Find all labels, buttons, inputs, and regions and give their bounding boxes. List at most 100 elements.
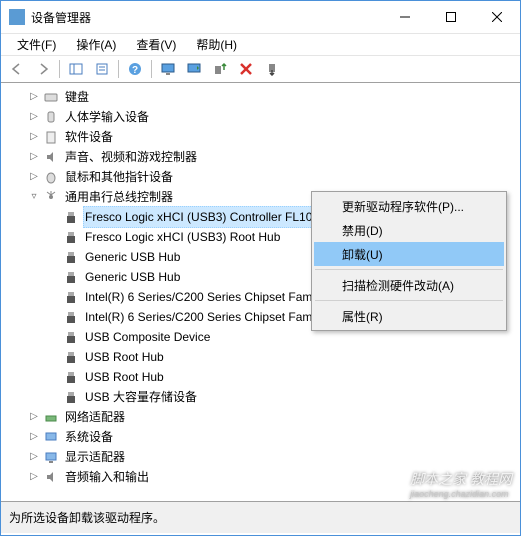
ctx-update-driver[interactable]: 更新驱动程序软件(P)...	[314, 194, 504, 218]
network-icon	[43, 409, 59, 425]
item-label: Generic USB Hub	[83, 247, 182, 267]
update-driver-button[interactable]	[182, 58, 206, 80]
usb-device-icon	[63, 389, 79, 405]
properties-icon	[95, 62, 109, 76]
node-label: 键盘	[63, 87, 91, 107]
tree-node-system[interactable]: ▷ 系统设备	[3, 427, 518, 447]
titlebar: 设备管理器	[1, 1, 520, 33]
monitor-up-icon	[187, 62, 201, 76]
expander-icon[interactable]: ▷	[27, 410, 41, 424]
ctx-uninstall[interactable]: 卸载(U)	[314, 242, 504, 266]
device-up-icon	[213, 62, 227, 76]
device-down-icon	[265, 62, 279, 76]
enable-button[interactable]	[208, 58, 232, 80]
audio-icon	[43, 469, 59, 485]
tree-item-usb-9[interactable]: USB 大容量存储设备	[3, 387, 518, 407]
menu-help[interactable]: 帮助(H)	[186, 34, 247, 55]
tree-item-usb-8[interactable]: USB Root Hub	[3, 367, 518, 387]
statusbar: 为所选设备卸载该驱动程序。	[1, 501, 520, 533]
node-label: 显示适配器	[63, 447, 127, 467]
node-label: 通用串行总线控制器	[63, 187, 175, 207]
expander-icon[interactable]: ▷	[27, 90, 41, 104]
help-button[interactable]: ?	[123, 58, 147, 80]
software-icon	[43, 129, 59, 145]
usb-device-icon	[63, 229, 79, 245]
ctx-properties[interactable]: 属性(R)	[314, 304, 504, 328]
node-label: 音频输入和输出	[63, 467, 151, 487]
usb-device-icon	[63, 289, 79, 305]
hid-icon	[43, 109, 59, 125]
usb-device-icon	[63, 329, 79, 345]
tree-node-hid[interactable]: ▷人体学输入设备	[3, 107, 518, 127]
node-label: 网络适配器	[63, 407, 127, 427]
help-icon: ?	[128, 62, 142, 76]
speaker-icon	[43, 149, 59, 165]
usb-device-icon	[63, 269, 79, 285]
node-label: 鼠标和其他指针设备	[63, 167, 175, 187]
arrow-left-icon	[10, 62, 24, 76]
close-icon	[492, 12, 502, 22]
tree-node-mouse[interactable]: ▷ 鼠标和其他指针设备	[3, 167, 518, 187]
disable-button[interactable]	[260, 58, 284, 80]
node-label: 软件设备	[63, 127, 115, 147]
toolbar-separator	[59, 60, 60, 78]
tree-node-keyboard[interactable]: ▷ 键盘	[3, 87, 518, 107]
monitor-icon	[161, 62, 175, 76]
delete-icon	[239, 62, 253, 76]
tree-node-network[interactable]: ▷ 网络适配器	[3, 407, 518, 427]
show-hide-console-button[interactable]	[64, 58, 88, 80]
tree-node-display[interactable]: ▷ 显示适配器	[3, 447, 518, 467]
ctx-scan-hardware[interactable]: 扫描检测硬件改动(A)	[314, 273, 504, 297]
expander-icon[interactable]: ▷	[27, 110, 41, 124]
usb-device-icon	[63, 249, 79, 265]
minimize-icon	[400, 12, 410, 22]
expander-icon[interactable]: ▷	[27, 430, 41, 444]
tree-node-audio-io[interactable]: ▷ 音频输入和输出	[3, 467, 518, 487]
menu-view[interactable]: 查看(V)	[126, 34, 186, 55]
item-label: Fresco Logic xHCI (USB3) Root Hub	[83, 227, 282, 247]
properties-button[interactable]	[90, 58, 114, 80]
display-icon	[43, 449, 59, 465]
expander-icon[interactable]: ▷	[27, 170, 41, 184]
app-icon	[9, 9, 25, 25]
expander-icon[interactable]: ▷	[27, 150, 41, 164]
node-label: 系统设备	[63, 427, 115, 447]
menu-action[interactable]: 操作(A)	[66, 34, 126, 55]
scan-hardware-button[interactable]	[156, 58, 180, 80]
item-label: Generic USB Hub	[83, 267, 182, 287]
menubar: 文件(F) 操作(A) 查看(V) 帮助(H)	[1, 33, 520, 55]
usb-device-icon	[63, 209, 79, 225]
expander-icon[interactable]: ▷	[27, 130, 41, 144]
context-menu: 更新驱动程序软件(P)... 禁用(D) 卸载(U) 扫描检测硬件改动(A) 属…	[311, 191, 507, 331]
arrow-right-icon	[36, 62, 50, 76]
svg-text:?: ?	[132, 65, 138, 76]
ctx-separator	[315, 269, 503, 270]
expander-icon[interactable]: ▷	[27, 470, 41, 484]
status-text: 为所选设备卸载该驱动程序。	[9, 509, 165, 526]
item-label: USB Root Hub	[83, 367, 166, 387]
maximize-icon	[446, 12, 456, 22]
back-button[interactable]	[5, 58, 29, 80]
minimize-button[interactable]	[382, 1, 428, 33]
toolbar-separator	[118, 60, 119, 78]
computer-icon	[43, 429, 59, 445]
usb-device-icon	[63, 309, 79, 325]
menu-file[interactable]: 文件(F)	[7, 34, 66, 55]
panel-icon	[69, 62, 83, 76]
expander-icon[interactable]: ▷	[27, 450, 41, 464]
expander-icon[interactable]: ▿	[27, 190, 41, 204]
mouse-icon	[43, 169, 59, 185]
uninstall-button[interactable]	[234, 58, 258, 80]
ctx-disable[interactable]: 禁用(D)	[314, 218, 504, 242]
toolbar-separator	[151, 60, 152, 78]
item-label: USB Root Hub	[83, 347, 166, 367]
item-label: USB 大容量存储设备	[83, 387, 199, 407]
tree-node-software[interactable]: ▷ 软件设备	[3, 127, 518, 147]
tree-item-usb-7[interactable]: USB Root Hub	[3, 347, 518, 367]
keyboard-icon	[43, 89, 59, 105]
usb-device-icon	[63, 369, 79, 385]
forward-button[interactable]	[31, 58, 55, 80]
maximize-button[interactable]	[428, 1, 474, 33]
close-button[interactable]	[474, 1, 520, 33]
tree-node-audio-game[interactable]: ▷声音、视频和游戏控制器	[3, 147, 518, 167]
